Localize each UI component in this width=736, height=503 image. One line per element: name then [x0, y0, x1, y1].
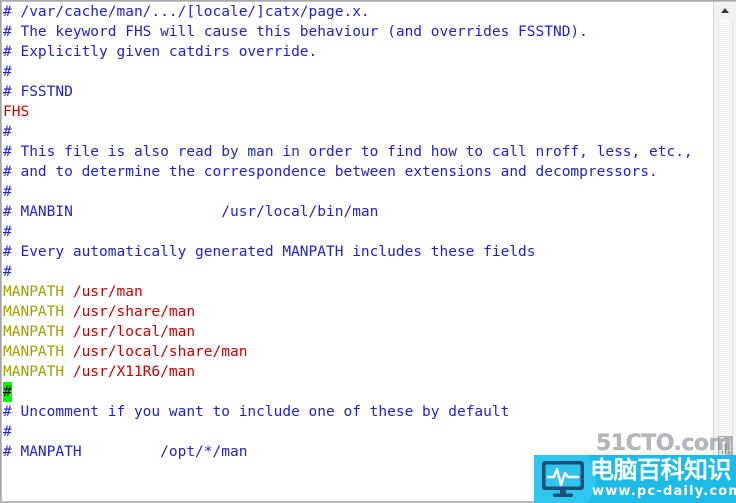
editor-line-segment: /usr/man — [64, 284, 143, 300]
editor-line[interactable]: FHS — [3, 102, 711, 122]
editor-line-segment: # The keyword FHS will cause this behavi… — [3, 24, 588, 40]
editor-line-segment: FHS — [3, 104, 30, 120]
editor-line-segment: /usr/local/man — [64, 324, 196, 340]
editor-line-segment: # This file is also read by man in order… — [3, 144, 693, 160]
editor-line-segment: # MANBIN /usr/local/bin/man — [3, 204, 379, 220]
watermark-banner: 电脑百科知识 www.pc-daily.com — [534, 455, 736, 503]
editor-line[interactable]: # — [3, 122, 711, 142]
scrollbar-up-arrow-button[interactable] — [717, 3, 734, 18]
text-editor-content[interactable]: # /var/cache/man/.../[locale/]catx/page.… — [3, 2, 711, 501]
editor-line-segment: # Every automatically generated MANPATH … — [3, 244, 536, 260]
editor-line-segment: # — [3, 184, 12, 200]
editor-line-segment: MANPATH — [3, 364, 65, 380]
editor-line[interactable]: # MANBIN /usr/local/bin/man — [3, 202, 711, 222]
editor-line[interactable]: # — [3, 382, 711, 402]
watermark-brand-cn: 电脑百科知识 — [590, 456, 732, 484]
triangle-up-icon — [721, 8, 729, 13]
editor-line-segment: # /var/cache/man/.../[locale/]catx/page.… — [3, 4, 370, 20]
editor-line[interactable]: # — [3, 262, 711, 282]
text-cursor: # — [3, 382, 12, 402]
editor-line-segment: MANPATH — [3, 304, 65, 320]
editor-line-segment: MANPATH — [3, 284, 65, 300]
editor-line[interactable]: # — [3, 182, 711, 202]
editor-line[interactable]: # Every automatically generated MANPATH … — [3, 242, 711, 262]
editor-line[interactable]: MANPATH /usr/man — [3, 282, 711, 302]
editor-line-segment: # — [3, 124, 12, 140]
editor-line-segment: /usr/share/man — [64, 304, 196, 320]
window-frame-left — [0, 0, 2, 503]
editor-line-segment: /usr/local/share/man — [64, 344, 248, 360]
editor-line[interactable]: MANPATH /usr/share/man — [3, 302, 711, 322]
editor-line-segment: # — [3, 264, 12, 280]
editor-line-segment: # FSSTND — [3, 84, 73, 100]
editor-line-segment: # MANPATH /opt/*/man — [3, 444, 248, 460]
editor-line[interactable]: MANPATH /usr/local/man — [3, 322, 711, 342]
editor-window: # /var/cache/man/.../[locale/]catx/page.… — [0, 0, 736, 503]
vertical-scrollbar[interactable] — [713, 2, 736, 501]
editor-line[interactable]: # Uncomment if you want to include one o… — [3, 402, 711, 422]
watermark-text-block: 电脑百科知识 www.pc-daily.com — [590, 455, 736, 503]
editor-line[interactable]: # Explicitly given catdirs override. — [3, 42, 711, 62]
editor-line-segment: MANPATH — [3, 344, 65, 360]
editor-line-segment: /usr/X11R6/man — [64, 364, 196, 380]
monitor-heartbeat-icon — [540, 460, 586, 498]
watermark-51cto-text: 51CTO.com — [596, 431, 732, 456]
editor-line[interactable]: # FSSTND — [3, 82, 711, 102]
editor-line-segment: # Explicitly given catdirs override. — [3, 44, 318, 60]
editor-line[interactable]: # — [3, 62, 711, 82]
editor-line[interactable]: # /var/cache/man/.../[locale/]catx/page.… — [3, 2, 711, 22]
watermark-url: www.pc-daily.com — [592, 484, 736, 499]
editor-line-segment: MANPATH — [3, 324, 65, 340]
editor-line[interactable]: MANPATH /usr/X11R6/man — [3, 362, 711, 382]
editor-line-segment: # Uncomment if you want to include one o… — [3, 404, 510, 420]
editor-line-segment: # — [3, 424, 12, 440]
editor-line[interactable]: # — [3, 222, 711, 242]
editor-line[interactable]: MANPATH /usr/local/share/man — [3, 342, 711, 362]
editor-line-segment: # — [3, 64, 12, 80]
editor-line[interactable]: # The keyword FHS will cause this behavi… — [3, 22, 711, 42]
editor-line[interactable]: # This file is also read by man in order… — [3, 142, 711, 162]
editor-line[interactable]: # and to determine the correspondence be… — [3, 162, 711, 182]
editor-line-segment: # — [3, 224, 12, 240]
editor-line-segment: # and to determine the correspondence be… — [3, 164, 658, 180]
scrollbar-track[interactable] — [718, 20, 733, 499]
